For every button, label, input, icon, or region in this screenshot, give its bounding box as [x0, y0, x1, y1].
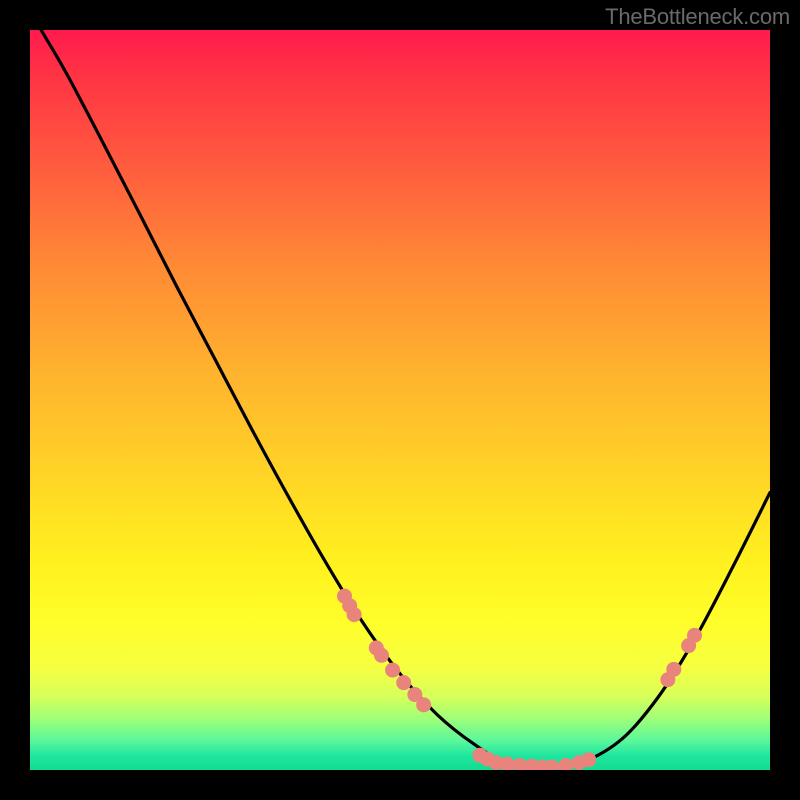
bottleneck-curve — [41, 30, 770, 766]
data-marker — [666, 662, 681, 677]
plot-frame — [30, 30, 770, 770]
data-marker — [374, 648, 389, 663]
data-marker — [396, 675, 411, 690]
marker-group — [337, 589, 702, 770]
attribution-label: TheBottleneck.com — [605, 4, 790, 30]
data-marker — [558, 758, 573, 770]
chart-container: TheBottleneck.com — [0, 0, 800, 800]
chart-overlay — [30, 30, 770, 770]
data-marker — [416, 697, 431, 712]
data-marker — [687, 628, 702, 643]
data-marker — [385, 663, 400, 678]
data-marker — [581, 752, 596, 767]
data-marker — [347, 607, 362, 622]
